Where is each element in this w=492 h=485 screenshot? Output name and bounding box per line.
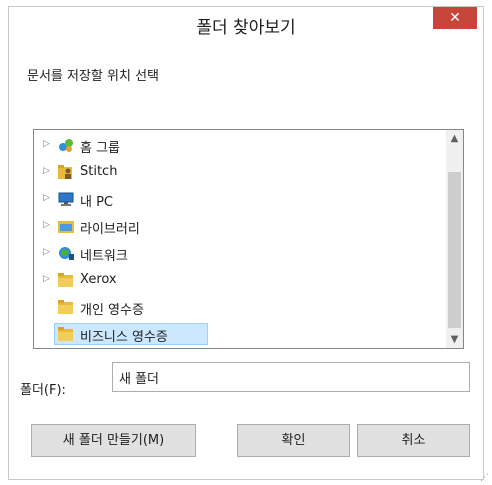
network-icon (57, 245, 75, 261)
homegroup-icon (57, 137, 75, 153)
tree-item[interactable]: ▷ Xerox (34, 268, 446, 292)
tree-item[interactable]: ▷ 내 PC (34, 187, 446, 211)
tree-item[interactable]: ▷ 홈 그룹 (34, 133, 446, 157)
tree-item-label: 네트워크 (80, 249, 128, 264)
tree-item-label: 비즈니스 영수증 (80, 330, 168, 345)
folder-icon (57, 272, 75, 288)
cancel-button[interactable]: 취소 (357, 424, 470, 457)
folder-icon (57, 326, 75, 342)
tree-item-label: 라이브러리 (80, 222, 140, 237)
user-folder-icon (57, 164, 75, 180)
computer-icon (57, 191, 75, 207)
vertical-scrollbar[interactable]: ▲ ▼ (446, 130, 463, 348)
tree-item-label: 개인 영수증 (80, 303, 144, 318)
expand-arrow-icon[interactable]: ▷ (43, 166, 50, 176)
title-bar[interactable]: 폴더 찾아보기 (9, 7, 483, 39)
dialog-title: 폴더 찾아보기 (196, 18, 296, 38)
instruction-text: 문서를 저장할 위치 선택 (27, 69, 159, 84)
new-folder-button[interactable]: 새 폴더 만들기(M) (31, 424, 196, 457)
scroll-up-arrow-icon[interactable]: ▲ (446, 130, 463, 147)
tree-item[interactable]: ▷ 네트워크 (34, 241, 446, 265)
close-icon: ✕ (449, 10, 461, 26)
close-button[interactable]: ✕ (433, 7, 477, 29)
tree-item-label: 홈 그룹 (80, 141, 121, 156)
expand-arrow-icon[interactable]: ▷ (43, 220, 50, 230)
scroll-down-arrow-icon[interactable]: ▼ (446, 331, 463, 348)
folder-icon (57, 299, 75, 315)
tree-item-label: 내 PC (80, 195, 114, 210)
expand-arrow-icon[interactable]: ▷ (43, 139, 50, 149)
tree-item[interactable]: ▷ Stitch (34, 160, 446, 184)
folder-tree[interactable]: ▷ 홈 그룹 ▷ Stitch ▷ 내 PC ▷ 라이브러리 ▷ 네트워크 ▷ Xerox 개인 영수증… (33, 129, 464, 349)
tree-item[interactable]: 비즈니스 영수증 (34, 322, 446, 346)
ok-button[interactable]: 확인 (237, 424, 350, 457)
tree-item[interactable]: ▷ 라이브러리 (34, 214, 446, 238)
scrollbar-thumb[interactable] (448, 172, 461, 328)
expand-arrow-icon[interactable]: ▷ (43, 193, 50, 203)
folder-field-label: 폴더(F): (20, 383, 66, 398)
library-icon (57, 218, 75, 234)
expand-arrow-icon[interactable]: ▷ (43, 274, 50, 284)
expand-arrow-icon[interactable]: ▷ (43, 247, 50, 257)
tree-item-label: Xerox (80, 272, 117, 287)
resize-grip-icon[interactable]: ⋰ (480, 473, 490, 483)
tree-item-label: Stitch (80, 164, 118, 179)
folder-name-input[interactable] (112, 362, 470, 392)
tree-item[interactable]: 개인 영수증 (34, 295, 446, 319)
